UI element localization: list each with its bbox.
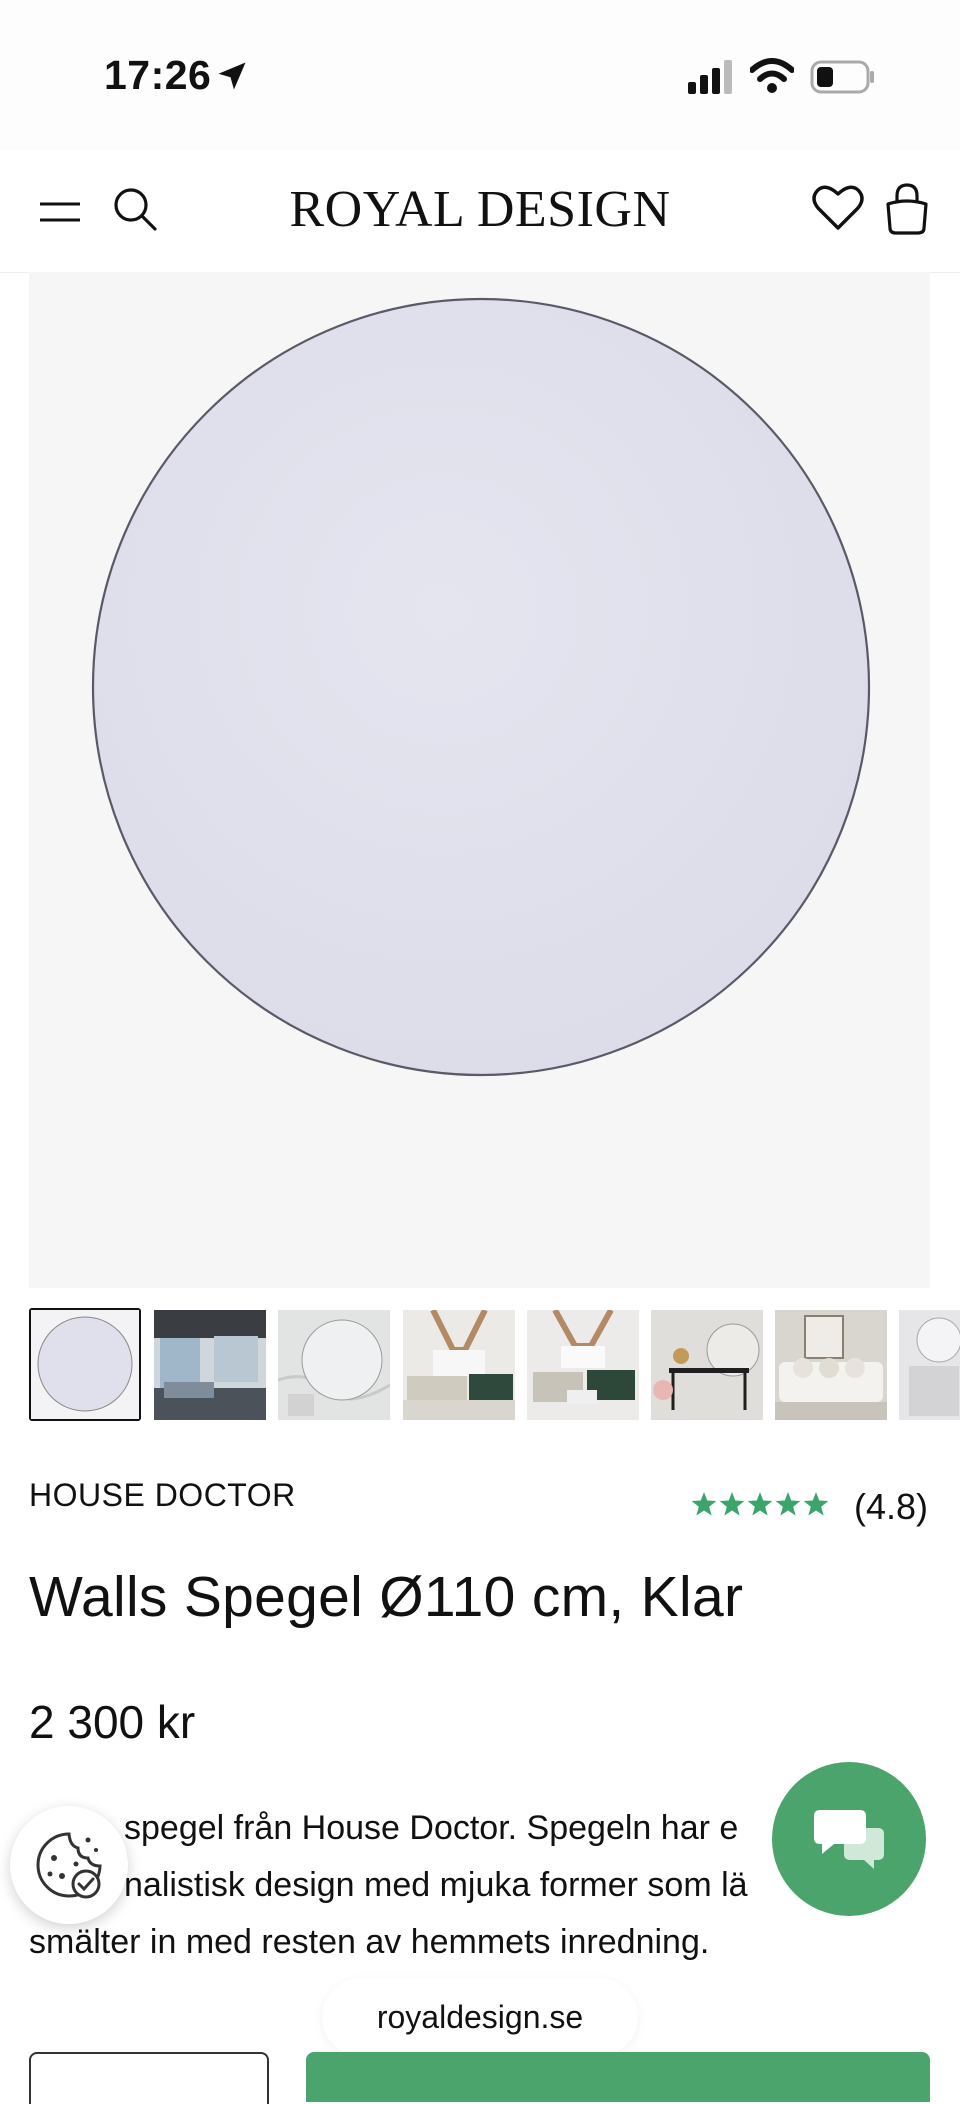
thumb-partial[interactable] [899, 1310, 960, 1420]
product-brand[interactable]: HOUSE DOCTOR [29, 1477, 296, 1514]
thumb-white-sofa[interactable] [775, 1310, 887, 1420]
thumb-room-balcony[interactable] [154, 1310, 266, 1420]
round-mirror-image [91, 297, 871, 1077]
browser-url-pill[interactable]: royaldesign.se [322, 1978, 638, 2056]
wishlist-heart-icon[interactable] [812, 184, 864, 232]
chat-bubbles-icon [814, 1810, 884, 1869]
quantity-selector[interactable] [29, 2052, 269, 2104]
wifi-icon [750, 58, 794, 93]
description-line: smälter in med resten av hemmets inredni… [29, 1923, 710, 1961]
thumb-living-room-dining[interactable] [527, 1308, 639, 1420]
star-icon [775, 1492, 801, 1516]
product-price: 2 300 kr [29, 1696, 196, 1748]
star-icon [719, 1492, 745, 1516]
star-icon [747, 1492, 773, 1516]
rating-stars [691, 1492, 829, 1516]
cookie-settings-button[interactable] [10, 1806, 128, 1924]
cookie-icon [36, 1832, 102, 1899]
star-icon [803, 1492, 829, 1516]
rating-value: (4.8) [854, 1486, 929, 1527]
thumb-console-table[interactable] [651, 1310, 763, 1420]
thumb-living-room-sofa[interactable] [403, 1308, 515, 1420]
status-time: 17:26 [104, 52, 212, 98]
cellular-signal-icon [688, 60, 732, 94]
thumbnail-strip [29, 1307, 960, 1421]
battery-icon [810, 60, 874, 94]
star-icon [691, 1492, 717, 1516]
shopping-bag-icon[interactable] [884, 182, 930, 236]
status-bar: 17:26 [0, 0, 960, 150]
chat-button[interactable] [772, 1762, 926, 1916]
product-title: Walls Spegel Ø110 cm, Klar [29, 1565, 744, 1629]
thumb-marble-wall[interactable] [277, 1310, 391, 1420]
add-to-cart-button[interactable] [306, 2052, 930, 2102]
thumb-mirror-front[interactable] [29, 1308, 141, 1421]
location-arrow-icon [218, 62, 246, 90]
